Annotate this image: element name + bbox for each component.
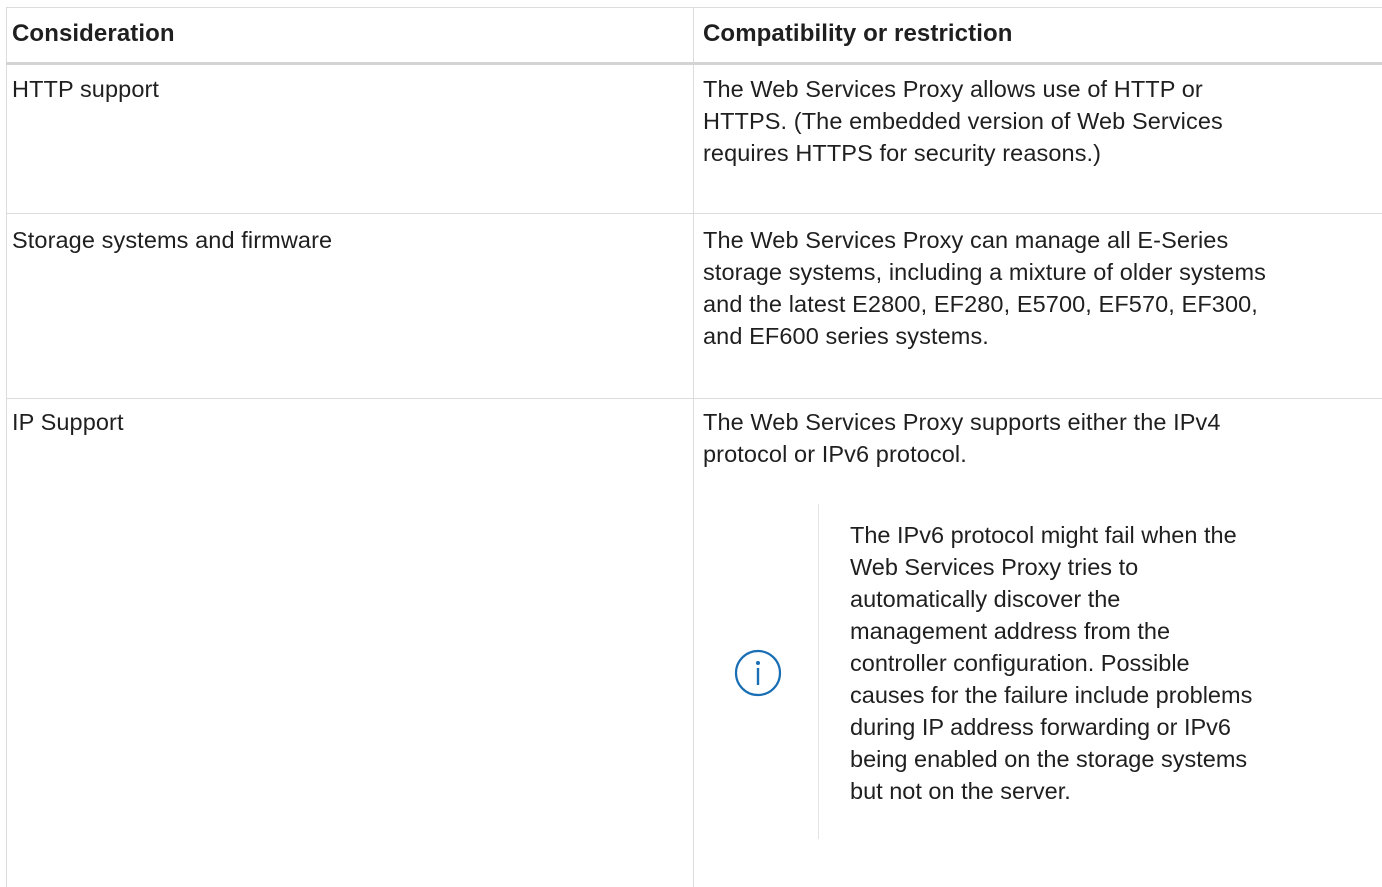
text-line: storage systems, including a mixture of …	[703, 259, 1266, 285]
note-line: but not on the server.	[850, 778, 1071, 804]
text-line: protocol or IPv6 protocol.	[703, 441, 967, 467]
row-ip-consideration: IP Support	[12, 409, 124, 435]
row-http-restriction: The Web Services Proxy allows use of HTT…	[703, 73, 1373, 169]
row-storage-consideration: Storage systems and firmware	[12, 227, 333, 253]
note-line: causes for the failure include problems	[850, 682, 1253, 708]
text-line: The Web Services Proxy supports either t…	[703, 409, 1221, 435]
text-line: and EF600 series systems.	[703, 323, 989, 349]
text-line: and the latest E2800, EF280, E5700, EF57…	[703, 291, 1258, 317]
text-line: requires HTTPS for security reasons.)	[703, 140, 1102, 166]
row-divider	[6, 213, 1382, 214]
row-ip-restriction: The Web Services Proxy supports either t…	[703, 406, 1373, 470]
note-line: controller configuration. Possible	[850, 650, 1190, 676]
header-compatibility: Compatibility or restriction	[703, 20, 1013, 47]
note-line: Web Services Proxy tries to	[850, 554, 1139, 580]
note-text: The IPv6 protocol might fail when the We…	[850, 519, 1350, 807]
note-line: being enabled on the storage systems	[850, 746, 1248, 772]
ipv6-note: The IPv6 protocol might fail when the We…	[720, 504, 1380, 839]
row-http-consideration: HTTP support	[12, 76, 160, 102]
note-divider	[818, 504, 819, 839]
text-line: The Web Services Proxy allows use of HTT…	[703, 76, 1203, 102]
column-divider	[693, 7, 694, 887]
table-top-border	[6, 7, 1382, 8]
header-divider	[6, 62, 1382, 65]
info-icon	[734, 649, 782, 697]
note-line: management address from the	[850, 618, 1171, 644]
header-consideration: Consideration	[12, 20, 175, 47]
note-line: The IPv6 protocol might fail when the	[850, 522, 1237, 548]
text-line: The Web Services Proxy can manage all E-…	[703, 227, 1229, 253]
note-line: during IP address forwarding or IPv6	[850, 714, 1231, 740]
note-line: automatically discover the	[850, 586, 1121, 612]
row-divider	[6, 398, 1382, 399]
text-line: HTTPS. (The embedded version of Web Serv…	[703, 108, 1223, 134]
row-storage-restriction: The Web Services Proxy can manage all E-…	[703, 224, 1378, 352]
table-left-border	[6, 7, 7, 887]
